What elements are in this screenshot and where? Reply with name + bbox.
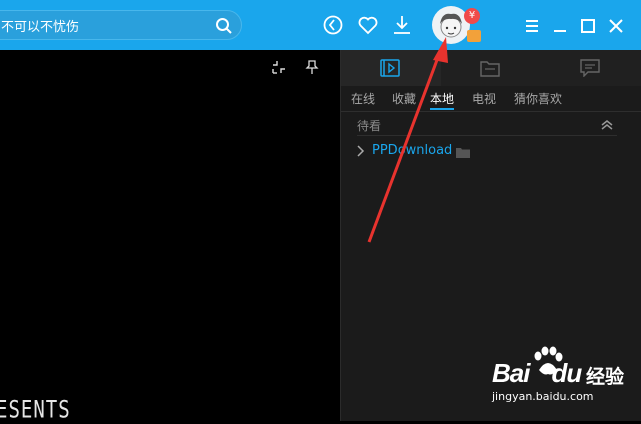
tab-favorites[interactable]: 收藏 <box>392 90 416 110</box>
video-frame-text: ESENTS <box>0 396 71 424</box>
files-icon <box>480 61 500 77</box>
folder-icon <box>456 148 470 158</box>
watermark-brand: Bai du <box>492 358 582 388</box>
level-badge <box>467 30 481 42</box>
vip-badge[interactable]: ¥ <box>464 8 480 24</box>
favorite-heart-icon[interactable] <box>357 14 379 36</box>
download-icon[interactable] <box>391 14 413 36</box>
folder-item-ppdownload[interactable]: PPDownload <box>355 142 615 162</box>
minimize-icon[interactable] <box>550 16 570 36</box>
search-icon[interactable] <box>215 17 233 35</box>
exit-fullscreen-icon[interactable] <box>271 59 287 75</box>
section-title: 待看 <box>357 119 382 133</box>
tab-local[interactable]: 本地 <box>430 90 455 110</box>
pin-on-top-icon[interactable] <box>304 59 320 75</box>
menu-icon[interactable] <box>522 16 542 36</box>
folder-label[interactable]: PPDownload <box>372 143 452 158</box>
collapse-up-icon[interactable] <box>600 118 614 132</box>
watch-later-section: 待看 <box>357 114 617 136</box>
maximize-icon[interactable] <box>578 16 598 36</box>
watermark-url: jingyan.baidu.com <box>492 390 594 403</box>
panel-sub-tabs: 在线 收藏 本地 电视 猜你喜欢 <box>341 86 641 112</box>
watermark-product: 经验 <box>586 366 625 388</box>
tab-comments[interactable] <box>541 50 641 86</box>
close-icon[interactable] <box>606 16 626 36</box>
comments-icon <box>580 59 600 77</box>
panel-main-tabs <box>341 50 641 86</box>
tab-playlist[interactable] <box>341 50 441 86</box>
baidu-jingyan-watermark: Bai du 经验 jingyan.baidu.com <box>486 346 636 410</box>
playlist-icon <box>380 59 400 77</box>
tab-files[interactable] <box>441 50 541 86</box>
tab-tv[interactable]: 电视 <box>472 90 496 110</box>
search-input[interactable] <box>1 16 201 34</box>
search-box[interactable] <box>0 10 242 40</box>
history-icon[interactable] <box>322 14 344 36</box>
chevron-right-icon[interactable] <box>355 145 367 157</box>
tab-online[interactable]: 在线 <box>351 90 375 110</box>
title-bar: ¥ <box>0 0 641 50</box>
video-player[interactable]: ESENTS <box>0 50 340 424</box>
tab-recommended[interactable]: 猜你喜欢 <box>514 90 562 110</box>
